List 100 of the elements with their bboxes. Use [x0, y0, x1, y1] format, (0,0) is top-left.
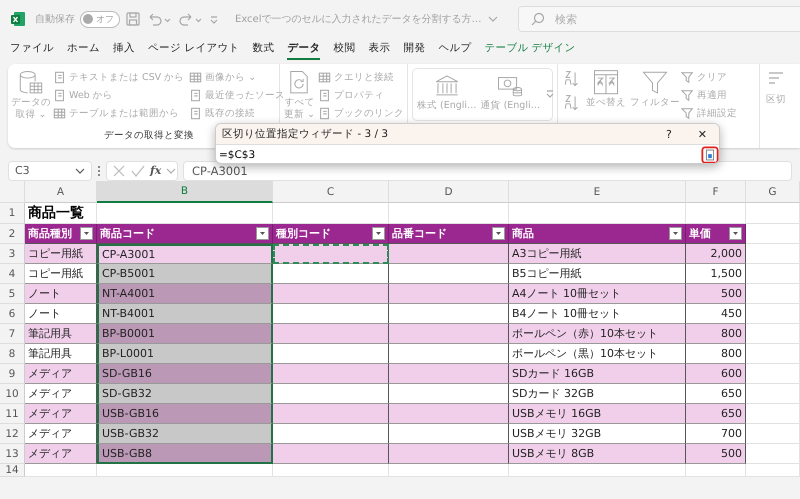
table-cell: USBメモリ 8GB: [509, 444, 686, 464]
row-header[interactable]: 13: [0, 444, 25, 464]
sheet-cell: [746, 444, 800, 464]
table-cell: USB-GB8: [97, 444, 273, 464]
expand-dialog-icon[interactable]: [701, 146, 719, 163]
table-cell: メディア: [25, 364, 97, 384]
filter-icon: [681, 88, 694, 102]
sheet-cell: [746, 324, 800, 344]
insert-function-button[interactable]: fx: [150, 164, 162, 177]
filter-dropdown-icon[interactable]: [372, 227, 385, 240]
table-cell: USBメモリ 16GB: [509, 404, 686, 424]
menu-tab[interactable]: データ: [287, 41, 320, 60]
row-header[interactable]: 12: [0, 424, 25, 444]
row-header[interactable]: 3: [0, 244, 25, 264]
close-button[interactable]: ✕: [698, 128, 707, 140]
sheet-cell: [746, 284, 800, 304]
sheet-cell: [746, 244, 800, 264]
row-header[interactable]: 1: [0, 203, 25, 224]
table-cell: 700: [686, 424, 746, 444]
menu-tab[interactable]: ページ レイアウト: [148, 41, 240, 60]
table-header-cell: 単価: [686, 224, 746, 244]
sheet-cell: [746, 464, 800, 477]
table-cell: USB-GB32: [97, 424, 273, 444]
column-header[interactable]: C: [273, 181, 389, 203]
table-cell: SD-GB16: [97, 364, 273, 384]
help-button[interactable]: ?: [666, 128, 672, 140]
filter-dropdown-icon[interactable]: [80, 227, 93, 240]
table-cell: BP-L0001: [97, 344, 273, 364]
row-header[interactable]: 6: [0, 304, 25, 324]
row-header[interactable]: 14: [0, 464, 25, 477]
table-cell: 650: [686, 384, 746, 404]
table-cell: ノート: [25, 284, 97, 304]
column-header[interactable]: G: [746, 181, 800, 203]
table-cell: メディア: [25, 424, 97, 444]
table-cell: 800: [686, 324, 746, 344]
column-header[interactable]: A: [25, 181, 97, 203]
table-cell: BP-B0001: [97, 324, 273, 344]
filter-icon: [681, 106, 694, 120]
sheet-cell: [746, 404, 800, 424]
table-cell: メディア: [25, 444, 97, 464]
menu-tab[interactable]: ヘルプ: [438, 41, 472, 60]
table-cell: SD-GB32: [97, 384, 273, 404]
sheet-cell: [25, 464, 97, 477]
table-cell: USB-GB16: [97, 404, 273, 424]
menu-tab[interactable]: 挿入: [113, 41, 135, 60]
menu-tab[interactable]: 数式: [252, 41, 274, 60]
menu-tab[interactable]: 開発: [403, 41, 426, 60]
dialog-title: 区切り位置指定ウィザード - 3 / 3: [222, 127, 390, 141]
table-cell: メディア: [25, 384, 97, 404]
select-all-button[interactable]: [0, 181, 25, 203]
column-header[interactable]: E: [509, 181, 686, 203]
column-header[interactable]: B: [97, 181, 273, 203]
row-header[interactable]: 7: [0, 324, 25, 344]
sort-descending-icon[interactable]: [562, 93, 580, 113]
column-header[interactable]: D: [389, 181, 509, 203]
chevron-down-icon: [166, 166, 176, 176]
row-header[interactable]: 2: [0, 224, 25, 244]
excel-logo-icon: [10, 11, 26, 27]
table-cell: A4ノート 10冊セット: [509, 284, 686, 304]
sheet-title: 商品一覧: [28, 204, 84, 222]
sheet-cell: [746, 424, 800, 444]
table-cell: 500: [686, 284, 746, 304]
sheet-cell: [746, 384, 800, 404]
document-title: Excelで一つのセルに入力されたデータを分割する方…: [235, 12, 482, 26]
save-icon[interactable]: [125, 11, 141, 27]
filter-dropdown-icon[interactable]: [669, 227, 682, 240]
column-header[interactable]: F: [686, 181, 746, 203]
row-header[interactable]: 9: [0, 364, 25, 384]
filter-dropdown-icon[interactable]: [256, 227, 269, 240]
menu-tab[interactable]: 校閲: [333, 41, 356, 60]
table-cell: CP-A3001: [97, 244, 273, 264]
range-field[interactable]: =$C$3: [219, 148, 701, 160]
redo-icon[interactable]: [177, 11, 203, 27]
table-cell: USBメモリ 32GB: [509, 424, 686, 444]
menu-tab[interactable]: ホーム: [67, 41, 100, 60]
sort-icon: [592, 69, 620, 97]
menu-tab[interactable]: ファイル: [10, 41, 54, 60]
menu-tab[interactable]: テーブル デザイン: [484, 41, 576, 60]
filter-dropdown-icon[interactable]: [729, 227, 742, 240]
table-cell: 600: [686, 364, 746, 384]
enter-icon: [131, 164, 145, 178]
sheet-cell: [686, 464, 746, 477]
row-header[interactable]: 8: [0, 344, 25, 364]
table-cell: 650: [686, 404, 746, 424]
name-box[interactable]: C3: [8, 160, 92, 180]
table-header-cell: 商品コード: [97, 224, 273, 244]
row-header[interactable]: 5: [0, 284, 25, 304]
more-icon[interactable]: [544, 88, 556, 100]
row-header[interactable]: 4: [0, 264, 25, 284]
table-cell: ボールペン（赤）10本セット: [509, 324, 686, 344]
table-cell: CP-B5001: [97, 264, 273, 284]
row-header[interactable]: 11: [0, 404, 25, 424]
table-cell: ボールペン（黒）10本セット: [509, 344, 686, 364]
row-header[interactable]: 10: [0, 384, 25, 404]
more-icon: [97, 164, 101, 178]
menu-tab[interactable]: 表示: [368, 41, 390, 60]
filter-dropdown-icon[interactable]: [492, 227, 505, 240]
sort-ascending-icon[interactable]: [562, 69, 580, 89]
table-cell: メディア: [25, 404, 97, 424]
sheet-cell: [746, 304, 800, 324]
